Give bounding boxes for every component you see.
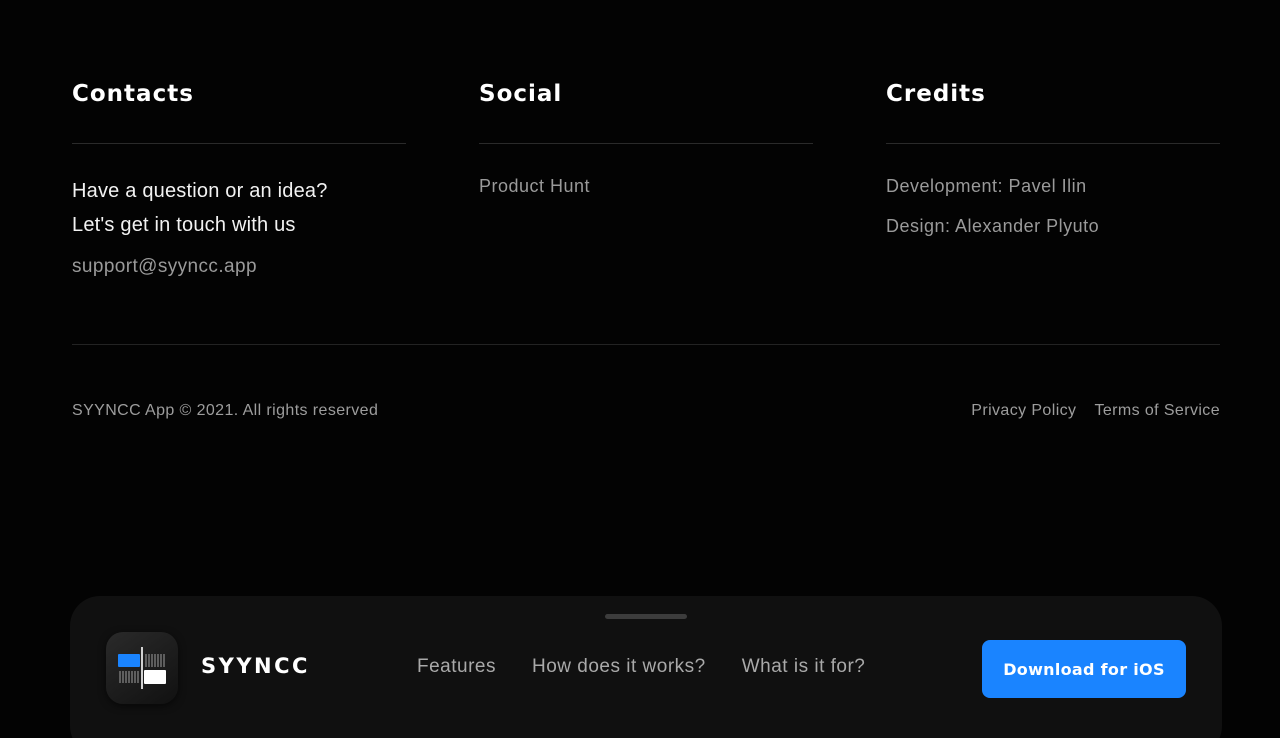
contacts-divider [72,143,406,144]
credit-design: Design: Alexander Plyuto [886,216,1100,236]
contact-prompt-line1: Have a question or an idea? [72,180,328,202]
copyright-text: SYYNCC App © 2021. All rights reserved [72,402,379,419]
credits-column: Credits Development: Pavel Ilin Design: … [886,78,1220,246]
privacy-policy-link[interactable]: Privacy Policy [971,402,1076,420]
contact-prompt-line2: Let's get in touch with us [72,214,296,236]
credits-divider [886,143,1220,144]
footer-page: Contacts Have a question or an idea? Let… [0,0,1280,738]
bottom-navbar: SYYNCC Features How does it works? What … [70,596,1222,738]
footer-divider [72,344,1220,345]
social-column: Social Product Hunt [479,78,813,206]
credit-development: Development: Pavel Ilin [886,176,1087,196]
nav-links: Features How does it works? What is it f… [417,656,865,678]
contacts-body: Have a question or an idea? Let's get in… [72,174,406,278]
nav-how-it-works-link[interactable]: How does it works? [532,656,706,678]
drag-handle[interactable] [605,614,687,619]
contacts-title: Contacts [72,81,194,107]
support-email-link[interactable]: support@syyncc.app [72,256,406,278]
syyncc-app-icon[interactable] [106,632,178,704]
nav-features-link[interactable]: Features [417,656,496,678]
credits-body: Development: Pavel Ilin Design: Alexande… [886,166,1220,246]
social-title: Social [479,81,563,107]
brand-name[interactable]: SYYNCC [201,654,310,678]
product-hunt-link[interactable]: Product Hunt [479,166,813,206]
contacts-column: Contacts Have a question or an idea? Let… [72,78,406,278]
download-ios-button[interactable]: Download for iOS [982,640,1186,698]
contact-prompt: Have a question or an idea? Let's get in… [72,174,406,242]
social-divider [479,143,813,144]
terms-of-service-link[interactable]: Terms of Service [1094,402,1220,420]
nav-what-is-it-for-link[interactable]: What is it for? [742,656,866,678]
social-body: Product Hunt [479,166,813,206]
credits-title: Credits [886,81,986,107]
legal-links: Privacy Policy Terms of Service [971,402,1220,420]
